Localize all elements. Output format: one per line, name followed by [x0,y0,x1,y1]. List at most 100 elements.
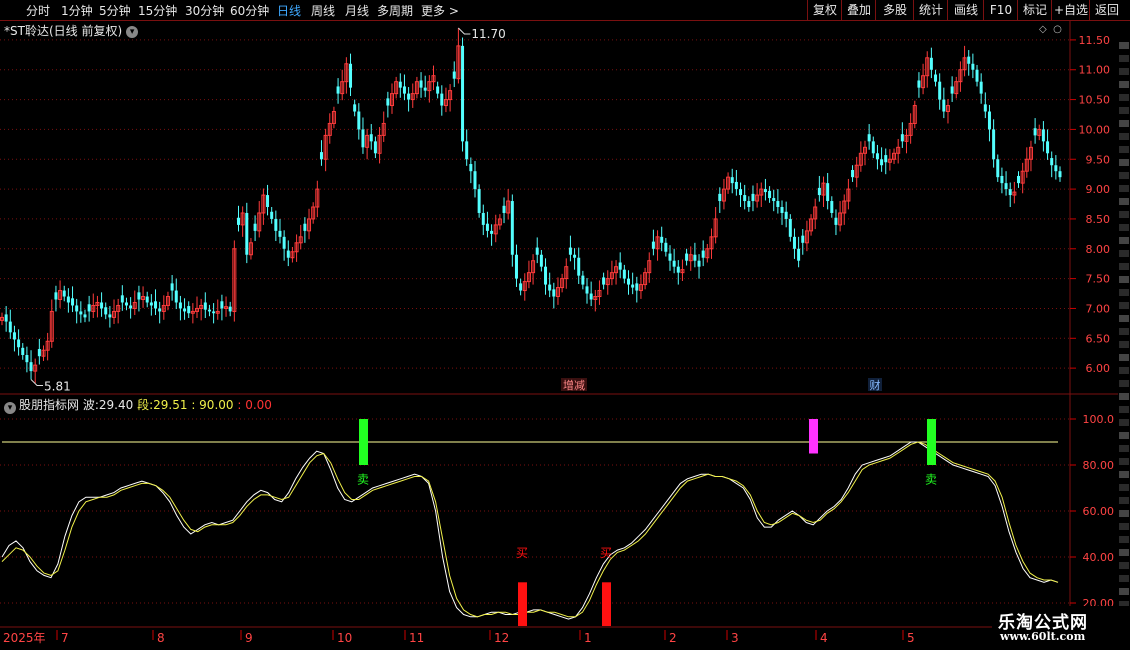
strip-mark [1119,55,1129,62]
toolbar-button-0[interactable]: 复权 [807,0,842,20]
candle-up [597,290,602,298]
period-tab-8[interactable]: 月线 [345,2,369,19]
price-chart[interactable]: 6.00 6.50 7.00 7.50 8.00 8.50 9.00 9.50 10.00 10.… [0,0,1130,650]
candle-up [232,248,237,312]
candle-down [768,190,772,199]
candle-down [510,201,514,255]
toolbar-button-8[interactable]: 返回 [1089,0,1124,20]
period-tab-2[interactable]: 5分钟 [99,2,131,19]
month-label-7: 7 [61,631,69,645]
chevron-down-icon[interactable]: ▾ [126,25,139,38]
strip-mark [1119,42,1129,49]
indicator-name: 股朋指标网 [19,398,80,412]
period-tab-9[interactable]: 多周期 [377,2,413,19]
buy-signal-bar [518,582,527,626]
candle-down [100,302,104,309]
candle-down [718,193,722,202]
candle-down [62,290,66,297]
event-tag-bg [561,378,587,391]
price-tick-label: 10.00 [1079,123,1111,136]
candle-down [245,212,249,255]
candle-down [79,311,83,315]
indicator-tick-label: 40.00 [1083,551,1115,564]
strip-mark [1119,185,1129,192]
stock-title[interactable]: *ST聆达(日线 前复权) ▾ [4,22,139,39]
candle-up [493,224,498,235]
period-tab-6[interactable]: 日线 [277,2,301,19]
candle-up [456,45,461,80]
candle-down [1046,141,1050,154]
candle-up [614,266,619,274]
candle-up [705,248,710,259]
candle-down [548,284,552,291]
period-tab-4[interactable]: 30分钟 [185,2,224,19]
candle-down [763,189,767,193]
candle-down [120,295,124,303]
candle-down [573,254,577,258]
strip-mark [1119,237,1129,244]
candle-up [809,218,814,232]
period-tab-7[interactable]: 周线 [311,2,335,19]
toolbar-button-3[interactable]: 统计 [913,0,948,20]
candle-up [526,272,531,283]
period-tab-1[interactable]: 1分钟 [61,2,93,19]
toolbar-button-5[interactable]: F10 [983,0,1018,20]
side-scrollbar[interactable] [1118,42,1130,627]
candle-down [751,193,755,202]
strip-mark [1119,549,1129,556]
strip-mark [1119,263,1129,270]
watermark-url: www.60lt.com [1000,630,1086,643]
month-label-4: 4 [820,631,828,645]
candle-down [983,104,987,112]
candle-up [116,304,121,312]
candle-up [240,212,245,226]
strip-mark [1119,133,1129,140]
sell-signal-label: 卖 [357,472,369,486]
sell-signal-bar [359,419,368,465]
period-tab-0[interactable]: 分时 [26,2,50,19]
candle-down [158,308,162,312]
strip-mark [1119,393,1129,400]
candle-down [108,314,112,318]
candle-down [967,56,971,64]
candle-down [423,87,427,91]
candle-down [465,141,469,160]
candle-up [307,218,312,232]
candle-down [369,134,373,142]
candle-down [1033,128,1037,136]
candle-up [925,57,930,77]
candle-down [4,314,8,322]
candle-up [261,194,266,214]
chart-corner-icons[interactable]: ◇ ○ [1039,24,1062,35]
toolbar-button-1[interactable]: 叠加 [841,0,876,20]
strip-mark [1119,406,1129,413]
candle-up [394,81,399,95]
low-label: 5.81 [44,379,71,393]
candle-down [303,223,307,231]
candle-down [436,86,440,94]
period-tab-10[interactable]: 更多 > [421,2,459,19]
candle-down [519,283,523,291]
period-tab-5[interactable]: 60分钟 [230,2,269,19]
toolbar-button-6[interactable]: 标记 [1017,0,1052,20]
period-tab-3[interactable]: 15分钟 [138,2,177,19]
extra-value-2: : 0.00 [237,398,272,412]
strip-mark [1119,497,1129,504]
toolbar-button-4[interactable]: 画线 [947,0,984,20]
candle-down [971,63,975,70]
candle-up [912,105,917,124]
candle-down [12,332,16,340]
toolbar-button-2[interactable]: 多股 [875,0,914,20]
toolbar-button-7[interactable]: +自选 [1051,0,1090,20]
candle-down [792,236,796,249]
candle-up [294,242,299,253]
candle-up [427,81,432,92]
candle-up [0,316,4,321]
diamond-icon[interactable]: ◇ [1039,24,1047,35]
buy-signal-bar [602,582,611,626]
candle-down [701,250,705,258]
candle-up [340,81,345,95]
circle-icon[interactable]: ○ [1053,24,1062,35]
candle-down [481,212,485,225]
collapse-icon[interactable]: ▾ [4,402,16,414]
